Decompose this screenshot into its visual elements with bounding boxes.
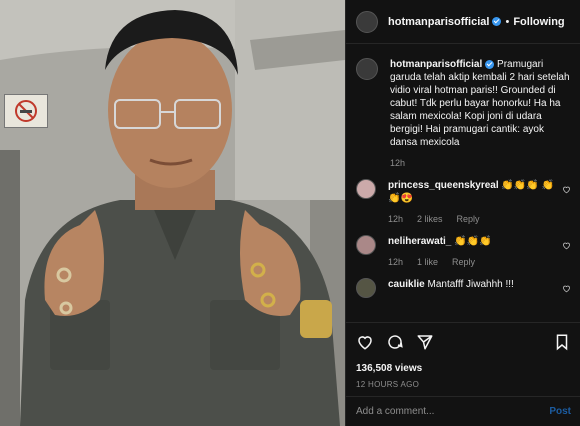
- comment-icon[interactable]: [386, 333, 404, 351]
- list-item: cauiklie Mantafff Jiwahhh !!!: [356, 278, 571, 298]
- comments-list[interactable]: hotmanparisofficial Pramugari garuda tel…: [346, 58, 580, 320]
- comment-username[interactable]: cauiklie: [388, 279, 425, 290]
- share-icon[interactable]: [416, 333, 434, 351]
- verified-badge-icon: [485, 59, 495, 69]
- comment-username[interactable]: princess_queenskyreal: [388, 180, 499, 191]
- post-timestamp: 12 HOURS AGO: [356, 380, 420, 389]
- post-actions: 136,508 views 12 HOURS AGO: [346, 322, 580, 389]
- reply-button[interactable]: Reply: [457, 213, 480, 226]
- avatar[interactable]: [356, 10, 378, 33]
- comment-input[interactable]: [356, 406, 550, 417]
- post-media[interactable]: [0, 0, 345, 426]
- bookmark-icon[interactable]: [553, 333, 571, 351]
- list-item: princess_queenskyreal 👏👏👏 👏👏😍 12h 2 like…: [356, 179, 571, 226]
- heart-icon[interactable]: [562, 284, 571, 293]
- caption: hotmanparisofficial Pramugari garuda tel…: [356, 58, 571, 170]
- avatar[interactable]: [356, 58, 378, 80]
- person-figure: [20, 10, 340, 426]
- comment-likes[interactable]: 2 likes: [417, 213, 443, 226]
- heart-icon[interactable]: [562, 241, 571, 250]
- list-item: neliherawati_ 👏👏👏 12h 1 like Reply: [356, 235, 571, 269]
- following-button[interactable]: Following: [513, 16, 564, 28]
- heart-icon[interactable]: [562, 185, 571, 194]
- reply-button[interactable]: Reply: [452, 256, 475, 269]
- caption-username[interactable]: hotmanparisofficial: [390, 59, 482, 70]
- comment-text: Mantafff Jiwahhh !!!: [427, 279, 514, 290]
- avatar[interactable]: [356, 235, 376, 255]
- caption-time: 12h: [390, 158, 406, 168]
- verified-badge-icon: [492, 17, 502, 26]
- comment-username[interactable]: neliherawati_: [388, 236, 451, 247]
- views-count[interactable]: 136,508 views: [356, 363, 571, 374]
- separator: •: [505, 15, 510, 28]
- comment-text: 👏👏👏: [454, 236, 492, 247]
- comment-likes[interactable]: 1 like: [417, 256, 438, 269]
- add-comment-bar: Post: [346, 396, 580, 426]
- comment-time: 12h: [388, 214, 404, 224]
- post-header: hotmanparisofficial • Following: [346, 0, 580, 44]
- avatar[interactable]: [356, 278, 376, 298]
- avatar[interactable]: [356, 179, 376, 199]
- post-details-panel: hotmanparisofficial • Following hotmanpa…: [345, 0, 580, 426]
- username[interactable]: hotmanparisofficial: [388, 16, 489, 28]
- caption-text: Pramugari garuda telah aktip kembali 2 h…: [390, 59, 570, 148]
- post-button[interactable]: Post: [549, 406, 571, 417]
- comment-time: 12h: [388, 257, 404, 267]
- heart-icon[interactable]: [356, 333, 374, 351]
